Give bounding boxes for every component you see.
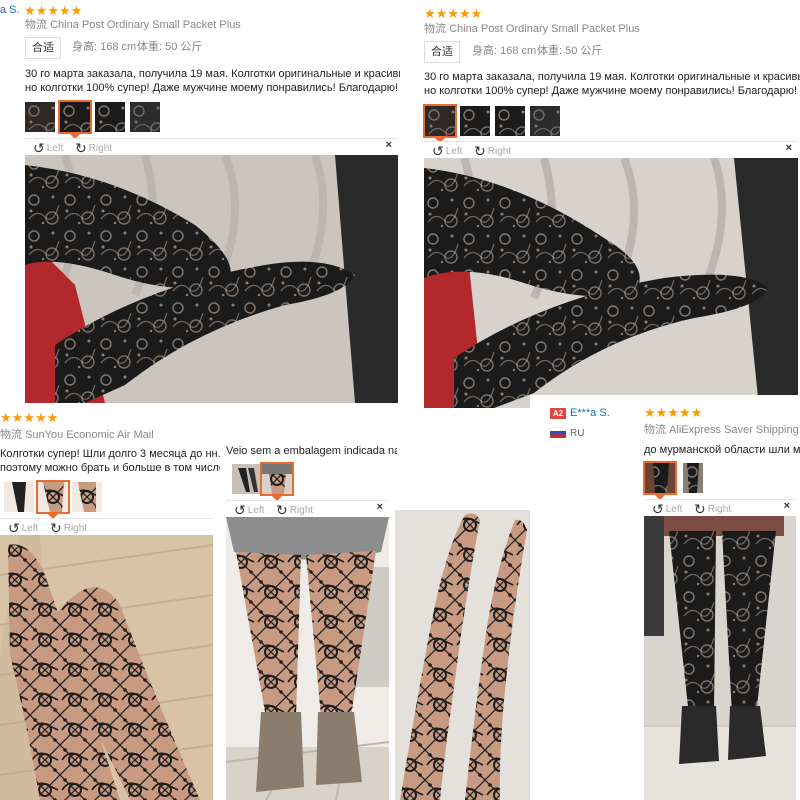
close-icon[interactable]: × [377,501,383,513]
photo-thumbnail[interactable] [72,482,102,512]
image-viewer-toolbar: ↺ Left ↻ Right × [424,141,798,159]
photo-thumbnail[interactable] [232,464,262,494]
photo-thumbnail[interactable] [530,106,560,136]
photo-thumbnail[interactable] [683,463,703,493]
photo-thumbnail-selected[interactable] [643,461,677,495]
photo-thumbnail[interactable] [25,102,55,132]
photo-thumbnail[interactable] [495,106,525,136]
review-text-line-2: но колготки 100% супер! Даже мужчине мое… [424,85,797,97]
fit-button[interactable]: 合适 [25,37,61,59]
review-photo-large [226,517,389,800]
review-card-5: A2 E***a S. RU ★★★★★ 物流 AliExpress Saver… [530,395,800,800]
rating-stars: ★★★★★ [424,6,483,21]
height-info: 身高: 168 cm [472,45,537,57]
rotate-right-icon: ↻ [75,140,87,156]
review-card-1: a S. ★★★★★ 物流 China Post Ordinary Small … [0,0,400,405]
review-text-line-1: Veio sem a embalagem indicada nas f [226,445,397,457]
reviewer-name[interactable]: a S. [0,5,20,16]
rotate-right-icon: ↻ [474,143,486,159]
russia-flag-icon [550,427,566,438]
review-text-line-1: до мурманской области шли меся [644,444,800,456]
weight-info: 体重: 50 公斤 [137,41,203,53]
weight-info: 体重: 50 公斤 [537,45,603,57]
rotate-right-icon: ↻ [694,501,706,517]
close-icon[interactable]: × [786,142,792,154]
image-viewer-toolbar: ↺ Left ↻ Right [0,518,213,536]
photo-thumbnail[interactable] [4,482,34,512]
rotate-left-icon: ↺ [33,140,45,156]
country-code: RU [570,428,585,439]
review-card-4: Veio sem a embalagem indicada nas f ↺ Lef… [222,440,397,800]
review-text-line-1: 30 го марта заказала, получила 19 мая. К… [25,68,400,80]
review-card-3: ★★★★★ 物流 SunYou Economic Air Mail Колгот… [0,405,220,800]
level-badge: A2 [550,408,566,419]
review-photo-large [0,535,213,800]
rotate-right-icon: ↻ [50,520,62,536]
review-photo-large [644,516,796,800]
photo-thumbnail[interactable] [130,102,160,132]
close-icon[interactable]: × [784,500,790,512]
review-photo-standalone [395,510,532,800]
review-text-line-1: 30 го марта заказала, получила 19 мая. К… [424,71,800,83]
rotate-right-icon: ↻ [276,502,288,518]
review-photo-large [424,158,798,408]
shipping-label: 物流 China Post Ordinary Small Packet Plus [424,23,640,35]
close-icon[interactable]: × [386,139,392,151]
height-info: 身高: 168 cm [72,41,137,53]
rating-stars: ★★★★★ [24,3,83,18]
reviewer-name[interactable]: E***a S. [570,408,610,419]
rating-stars: ★★★★★ [0,410,59,425]
photo-thumbnail-selected[interactable] [260,462,294,496]
shipping-label: 物流 AliExpress Saver Shipping [644,424,799,436]
rotate-left-icon: ↺ [8,520,20,536]
rating-stars: ★★★★★ [644,405,703,420]
shipping-label: 物流 China Post Ordinary Small Packet Plus [25,19,241,31]
fit-button[interactable]: 合适 [424,41,460,63]
photo-thumbnail-selected[interactable] [58,100,92,134]
review-text-line-2: поэтому можно брать и больше в том числе [0,462,220,474]
rotate-left-icon: ↺ [432,143,444,159]
photo-thumbnail[interactable] [95,102,125,132]
photo-thumbnail-selected[interactable] [36,480,70,514]
rotate-left-icon: ↺ [234,502,246,518]
photo-thumbnail-selected[interactable] [423,104,457,138]
review-text-line-2: но колготки 100% супер! Даже мужчине мое… [25,82,398,94]
rotate-left-icon: ↺ [652,501,664,517]
image-viewer-toolbar: ↺ Left ↻ Right × [25,138,398,156]
image-viewer-toolbar: ↺ Left ↻ Right × [226,500,389,518]
review-card-2: ★★★★★ 物流 China Post Ordinary Small Packe… [400,0,800,410]
review-text-line-1: Колготки супер! Шли долго 3 месяца до нн… [0,448,220,460]
photo-thumbnail[interactable] [460,106,490,136]
review-photo-large [25,155,398,403]
image-viewer-toolbar: ↺ Left ↻ Right × [644,499,796,517]
shipping-label: 物流 SunYou Economic Air Mail [0,429,154,441]
